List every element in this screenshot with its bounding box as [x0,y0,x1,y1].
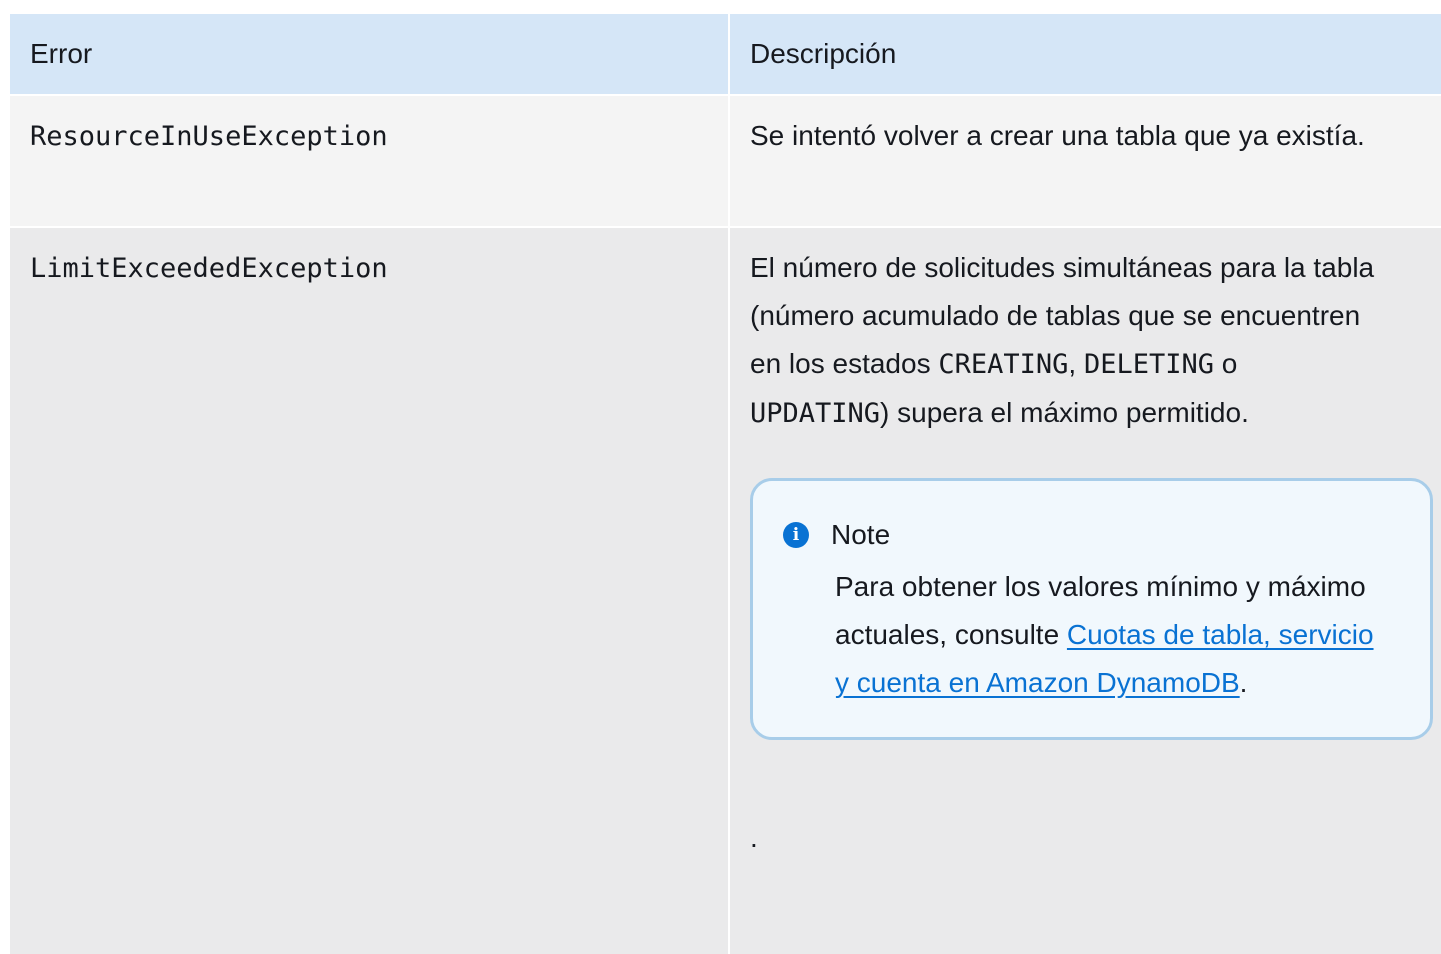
description-text: Se intentó volver a crear una tabla que … [750,120,1365,151]
error-code: LimitExceededException [30,253,388,284]
error-cell: LimitExceededException [10,226,728,954]
table-row: LimitExceededException El número de soli… [10,226,1441,954]
state-code-deleting: DELETING [1083,349,1214,380]
description-text: El número de solicitudes simultáneas par… [750,244,1421,438]
table-row: ResourceInUseException Se intentó volver… [10,94,1441,226]
header-description: Descripción [728,14,1441,94]
description-text-part: o [1214,348,1238,379]
trailing-period: . [750,822,758,853]
header-error: Error [10,14,728,94]
description-text-part: , [1068,348,1084,379]
note-body-end: . [1239,667,1248,698]
error-table: Error Descripción ResourceInUseException… [10,14,1441,954]
table-header-row: Error Descripción [10,14,1441,94]
note-box: i Note Para obtener los valores mínimo y… [750,478,1433,740]
description-cell: Se intentó volver a crear una tabla que … [728,94,1441,226]
note-title: Note [831,519,891,550]
note-header: i Note [783,511,1382,559]
note-body: Para obtener los valores mínimo y máximo… [835,563,1382,707]
state-code-updating: UPDATING [750,398,881,429]
error-code: ResourceInUseException [30,121,388,152]
info-icon: i [783,522,809,548]
description-cell: El número de solicitudes simultáneas par… [728,226,1441,954]
state-code-creating: CREATING [938,349,1069,380]
description-text-part: ) supera el máximo permitido. [880,397,1249,428]
error-cell: ResourceInUseException [10,94,728,226]
